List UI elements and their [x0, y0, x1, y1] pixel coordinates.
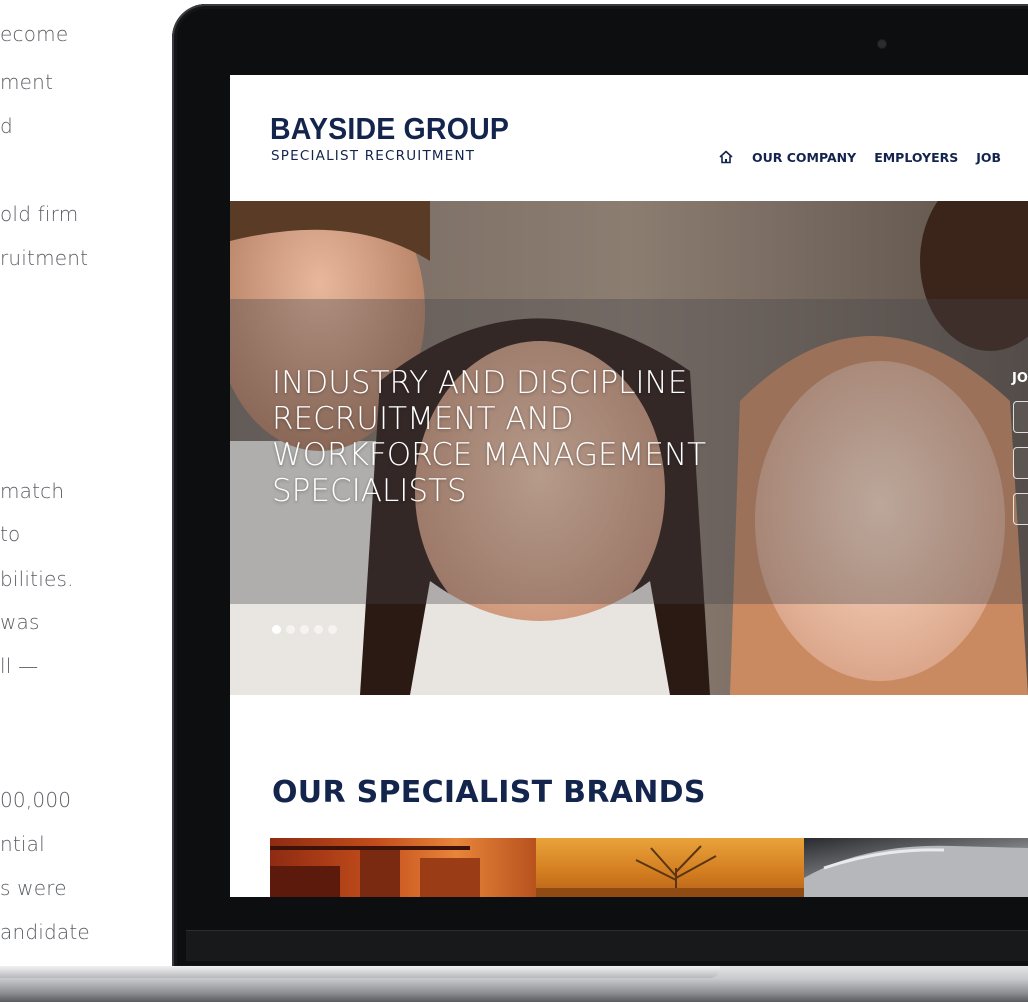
- job-search-label: JO: [1012, 371, 1028, 386]
- site-header: BAYSIDE GROUP SPECIALIST RECRUITMENT OUR…: [230, 75, 1028, 201]
- hero-title-line: WORKFORCE MANAGEMENT: [272, 437, 707, 473]
- article-text-line: ecome: [0, 22, 69, 46]
- slider-pagination: [272, 625, 337, 634]
- slider-dot[interactable]: [328, 625, 337, 634]
- brand-tile-logistics[interactable]: [270, 838, 536, 897]
- job-search-field[interactable]: [1013, 447, 1028, 479]
- nav-item-job[interactable]: JOB: [976, 150, 1001, 165]
- article-text-line: bilities.: [0, 567, 74, 591]
- hero-banner: INDUSTRY AND DISCIPLINE RECRUITMENT AND …: [230, 201, 1028, 695]
- main-nav: OUR COMPANY EMPLOYERS JOB: [718, 149, 1019, 165]
- tree-sunset-image: [536, 845, 804, 897]
- article-text-line: match: [0, 479, 65, 503]
- hero-title-line: SPECIALISTS: [272, 473, 467, 509]
- nav-item-our-company[interactable]: OUR COMPANY: [752, 150, 856, 165]
- hero-title-line: RECRUITMENT AND: [272, 401, 574, 437]
- article-text-line: andidate: [0, 920, 90, 944]
- camera-icon: [878, 40, 886, 48]
- slider-dot[interactable]: [314, 625, 323, 634]
- hero-title: INDUSTRY AND DISCIPLINE RECRUITMENT AND …: [272, 365, 792, 509]
- brand-tagline: SPECIALIST RECRUITMENT: [271, 148, 476, 164]
- article-text-line: was: [0, 610, 40, 634]
- left-article-column: ecome ment d old firm ruitment match to …: [0, 0, 190, 1002]
- slider-dot[interactable]: [272, 625, 281, 634]
- article-text-line: ment: [0, 70, 54, 94]
- slider-dot[interactable]: [286, 625, 295, 634]
- slider-dot[interactable]: [300, 625, 309, 634]
- shipping-port-image: [270, 846, 480, 897]
- brand-logo[interactable]: BAYSIDE GROUP: [270, 111, 509, 147]
- article-text-line: old firm: [0, 202, 79, 226]
- laptop-screen: BAYSIDE GROUP SPECIALIST RECRUITMENT OUR…: [230, 75, 1028, 897]
- job-search-field[interactable]: [1013, 493, 1028, 525]
- brands-heading: OUR SPECIALIST BRANDS: [272, 775, 706, 810]
- article-text-line: ruitment: [0, 246, 89, 270]
- car-image: [804, 845, 1028, 897]
- article-text-line: ntial: [0, 832, 45, 856]
- hero-title-line: INDUSTRY AND DISCIPLINE: [272, 365, 688, 401]
- article-text-line: ll —: [0, 654, 39, 678]
- article-text-line: 00,000: [0, 788, 72, 812]
- home-icon[interactable]: [718, 149, 734, 165]
- laptop-bottom-bezel: [186, 930, 1028, 961]
- nav-item-employers[interactable]: EMPLOYERS: [874, 150, 958, 165]
- brand-tile-agriculture[interactable]: [536, 838, 804, 897]
- job-search-field[interactable]: [1013, 401, 1028, 433]
- brand-tile-automotive[interactable]: [804, 838, 1028, 897]
- article-text-line: to: [0, 522, 21, 546]
- article-text-line: s were: [0, 876, 67, 900]
- laptop-base-highlight: [0, 966, 720, 978]
- article-text-line: d: [0, 114, 13, 138]
